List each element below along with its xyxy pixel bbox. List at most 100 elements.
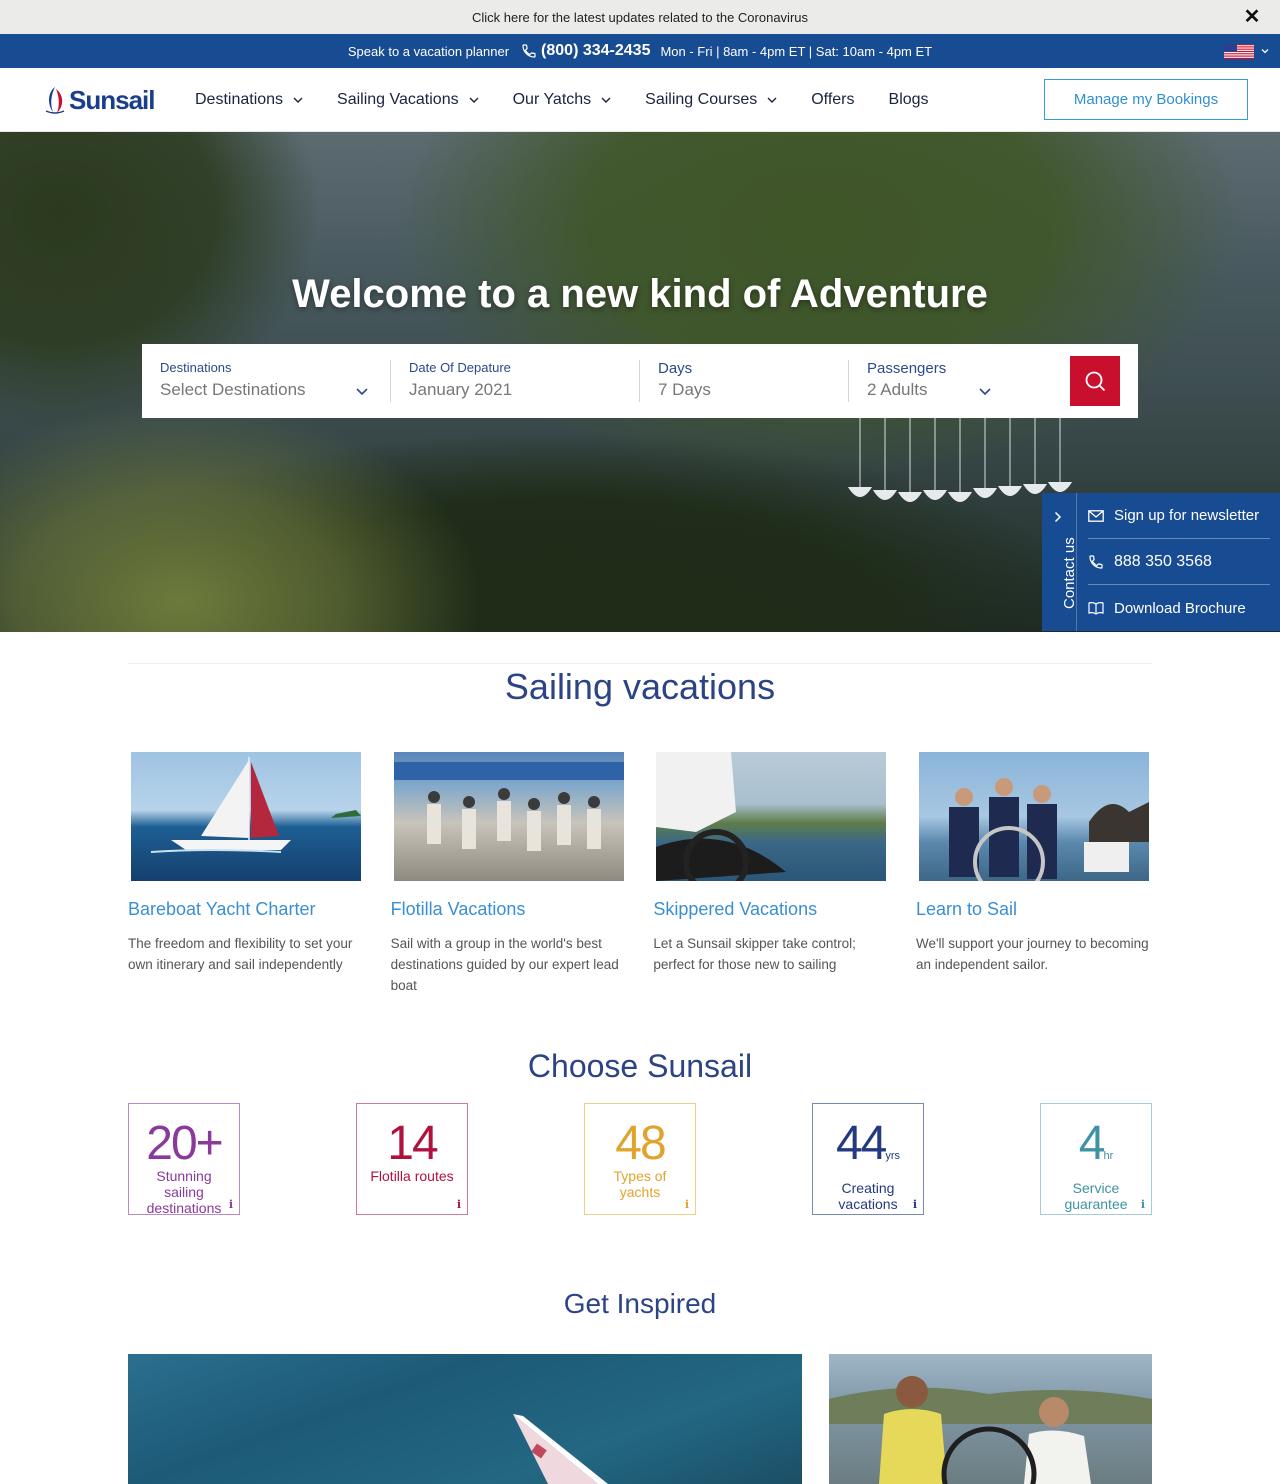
bareboat-image[interactable] xyxy=(131,752,361,881)
card-title-link[interactable]: Learn to Sail xyxy=(916,899,1152,920)
phone-icon xyxy=(522,44,536,58)
destinations-select[interactable]: Destinations Select Destinations xyxy=(142,344,390,418)
stat-flotilla-routes[interactable]: 14 Flotilla routes i xyxy=(356,1103,468,1215)
card-description: Let a Sunsail skipper take control; perf… xyxy=(653,936,856,972)
stat-number-value: 44 xyxy=(835,1117,887,1170)
info-icon[interactable]: i xyxy=(1141,1198,1145,1211)
nav-label: Blogs xyxy=(888,91,929,108)
nav-offers[interactable]: Offers xyxy=(811,91,854,109)
days-select[interactable]: Days 7 Days xyxy=(640,344,848,418)
info-icon[interactable]: i xyxy=(913,1198,917,1211)
stat-number: 48 xyxy=(615,1117,666,1170)
close-icon[interactable]: ✕ xyxy=(1242,7,1262,27)
field-value: January 2021 xyxy=(409,380,513,399)
field-label: Days xyxy=(658,360,693,377)
field-label: Destinations xyxy=(160,360,232,375)
info-icon[interactable]: i xyxy=(229,1198,233,1211)
section-divider xyxy=(128,663,1152,664)
get-inspired-title: Get Inspired xyxy=(563,1288,717,1319)
chevron-right-icon xyxy=(1054,511,1062,523)
departure-date-picker[interactable]: Date Of Depature January 2021 xyxy=(391,344,639,418)
info-icon[interactable]: i xyxy=(457,1198,461,1211)
card-title-link[interactable]: Flotilla Vacations xyxy=(391,899,627,920)
nav-destinations[interactable]: Destinations xyxy=(195,91,303,109)
logo-text: Sunsail xyxy=(69,84,155,115)
stat-destinations[interactable]: 20+ Stunning sailing destinations i xyxy=(128,1103,240,1216)
chevron-down-icon xyxy=(469,97,479,103)
vacation-card-skippered: Skippered Vacations Let a Sunsail skippe… xyxy=(653,752,889,996)
nav-label: Sailing Vacations xyxy=(337,91,459,108)
main-header: Sunsail Destinations Sailing Vacations O… xyxy=(0,68,1280,132)
field-label: Date Of Depature xyxy=(409,360,511,375)
stat-unit: yrs xyxy=(885,1150,901,1162)
flotilla-image[interactable] xyxy=(393,752,624,881)
skipper-illustration xyxy=(656,752,787,881)
stat-text: Service guarantee xyxy=(1064,1180,1128,1212)
phone-bar: Speak to a vacation planner (800) 334-24… xyxy=(0,34,1280,68)
search-icon xyxy=(1085,371,1106,392)
card-description: Sail with a group in the world's best de… xyxy=(390,936,619,993)
nav-sailing-vacations[interactable]: Sailing Vacations xyxy=(337,91,479,109)
crowd-illustration xyxy=(393,762,624,851)
sunsail-logo[interactable]: Sunsail xyxy=(42,84,155,116)
vacation-card-flotilla: Flotilla Vacations Sail with a group in … xyxy=(391,752,627,996)
learn-to-sail-image[interactable] xyxy=(918,752,1149,881)
contact-us-tab[interactable]: Contact us xyxy=(1042,493,1078,631)
phone-number-link[interactable]: (800) 334-2435 xyxy=(541,42,650,60)
nav-sailing-courses[interactable]: Sailing Courses xyxy=(645,91,777,109)
inspiration-tile-aerial[interactable] xyxy=(128,1354,802,1484)
card-title-link[interactable]: Skippered Vacations xyxy=(653,899,889,920)
field-label: Passengers xyxy=(867,360,947,377)
vacation-card-bareboat: Bareboat Yacht Charter The freedom and f… xyxy=(128,752,364,996)
info-icon[interactable]: i xyxy=(685,1198,689,1211)
office-hours: Mon - Fri | 8am - 4pm ET | Sat: 10am - 4… xyxy=(660,43,933,59)
download-brochure-link[interactable]: Download Brochure xyxy=(1088,585,1270,631)
stat-service-guarantee[interactable]: 4hr Service guarantee i xyxy=(1040,1103,1152,1215)
stat-text: Creating vacations xyxy=(838,1180,898,1212)
contact-us-label: Contact us xyxy=(1061,537,1078,609)
sail-logo-icon xyxy=(45,87,65,114)
stat-text: Stunning sailing destinations xyxy=(146,1168,222,1216)
contact-panel: Contact us Sign up for newsletter 888 35… xyxy=(1042,493,1280,631)
coronavirus-notice[interactable]: Click here for the latest updates relate… xyxy=(0,0,1280,34)
search-button[interactable] xyxy=(1070,356,1120,406)
vacation-cards: Bareboat Yacht Charter The freedom and f… xyxy=(128,752,1152,996)
field-value: 7 Days xyxy=(658,380,711,399)
field-value: Select Destinations xyxy=(160,380,306,399)
nav-label: Offers xyxy=(811,91,855,108)
newsletter-signup-link[interactable]: Sign up for newsletter xyxy=(1088,493,1270,539)
passengers-select[interactable]: Passengers 2 Adults xyxy=(849,344,1029,418)
stat-yacht-types[interactable]: 48 Types of yachts i xyxy=(584,1103,696,1215)
card-description: The freedom and flexibility to set your … xyxy=(128,936,353,972)
contact-item-label: Sign up for newsletter xyxy=(1114,507,1260,524)
stat-number: 14 xyxy=(387,1117,438,1170)
stat-number-value: 4 xyxy=(1078,1117,1106,1170)
skippered-image[interactable] xyxy=(656,752,887,881)
vacation-card-learn-to-sail: Learn to Sail We'll support your journey… xyxy=(916,752,1152,996)
manage-bookings-button[interactable]: Manage my Bookings xyxy=(1044,79,1248,120)
notice-text[interactable]: Click here for the latest updates relate… xyxy=(472,10,808,25)
nav-label: Sailing Courses xyxy=(645,91,758,108)
stat-years[interactable]: 44yrs Creating vacations i xyxy=(812,1103,924,1215)
chevron-down-icon[interactable] xyxy=(1260,46,1270,56)
aerial-sailboat-illustration xyxy=(513,1414,608,1484)
nav-blogs[interactable]: Blogs xyxy=(889,91,929,109)
stat-unit: hr xyxy=(1103,1150,1114,1162)
sailboat-illustration xyxy=(150,757,361,853)
stats-row: 20+ Stunning sailing destinations i 14 F… xyxy=(128,1103,1152,1216)
stat-number: 4hr xyxy=(1041,1120,1151,1180)
chevron-down-icon xyxy=(601,97,611,103)
contact-phone-link[interactable]: 888 350 3568 xyxy=(1088,539,1270,585)
chevron-down-icon xyxy=(293,97,303,103)
speak-label: Speak to a vacation planner xyxy=(347,43,510,59)
nav-label: Destinations xyxy=(195,91,284,108)
us-flag-icon[interactable] xyxy=(1224,44,1254,59)
hero-title: Welcome to a new kind of Adventure xyxy=(292,272,988,316)
search-bar: Destinations Select Destinations Date Of… xyxy=(142,344,1138,418)
stat-number: 44yrs xyxy=(813,1120,923,1180)
contact-item-label: 888 350 3568 xyxy=(1114,552,1212,570)
nav-our-yachts[interactable]: Our Yatchs xyxy=(513,91,612,109)
inspiration-tile-couple[interactable] xyxy=(829,1354,1152,1484)
card-title-link[interactable]: Bareboat Yacht Charter xyxy=(128,899,364,920)
sailors-illustration xyxy=(948,778,1149,881)
